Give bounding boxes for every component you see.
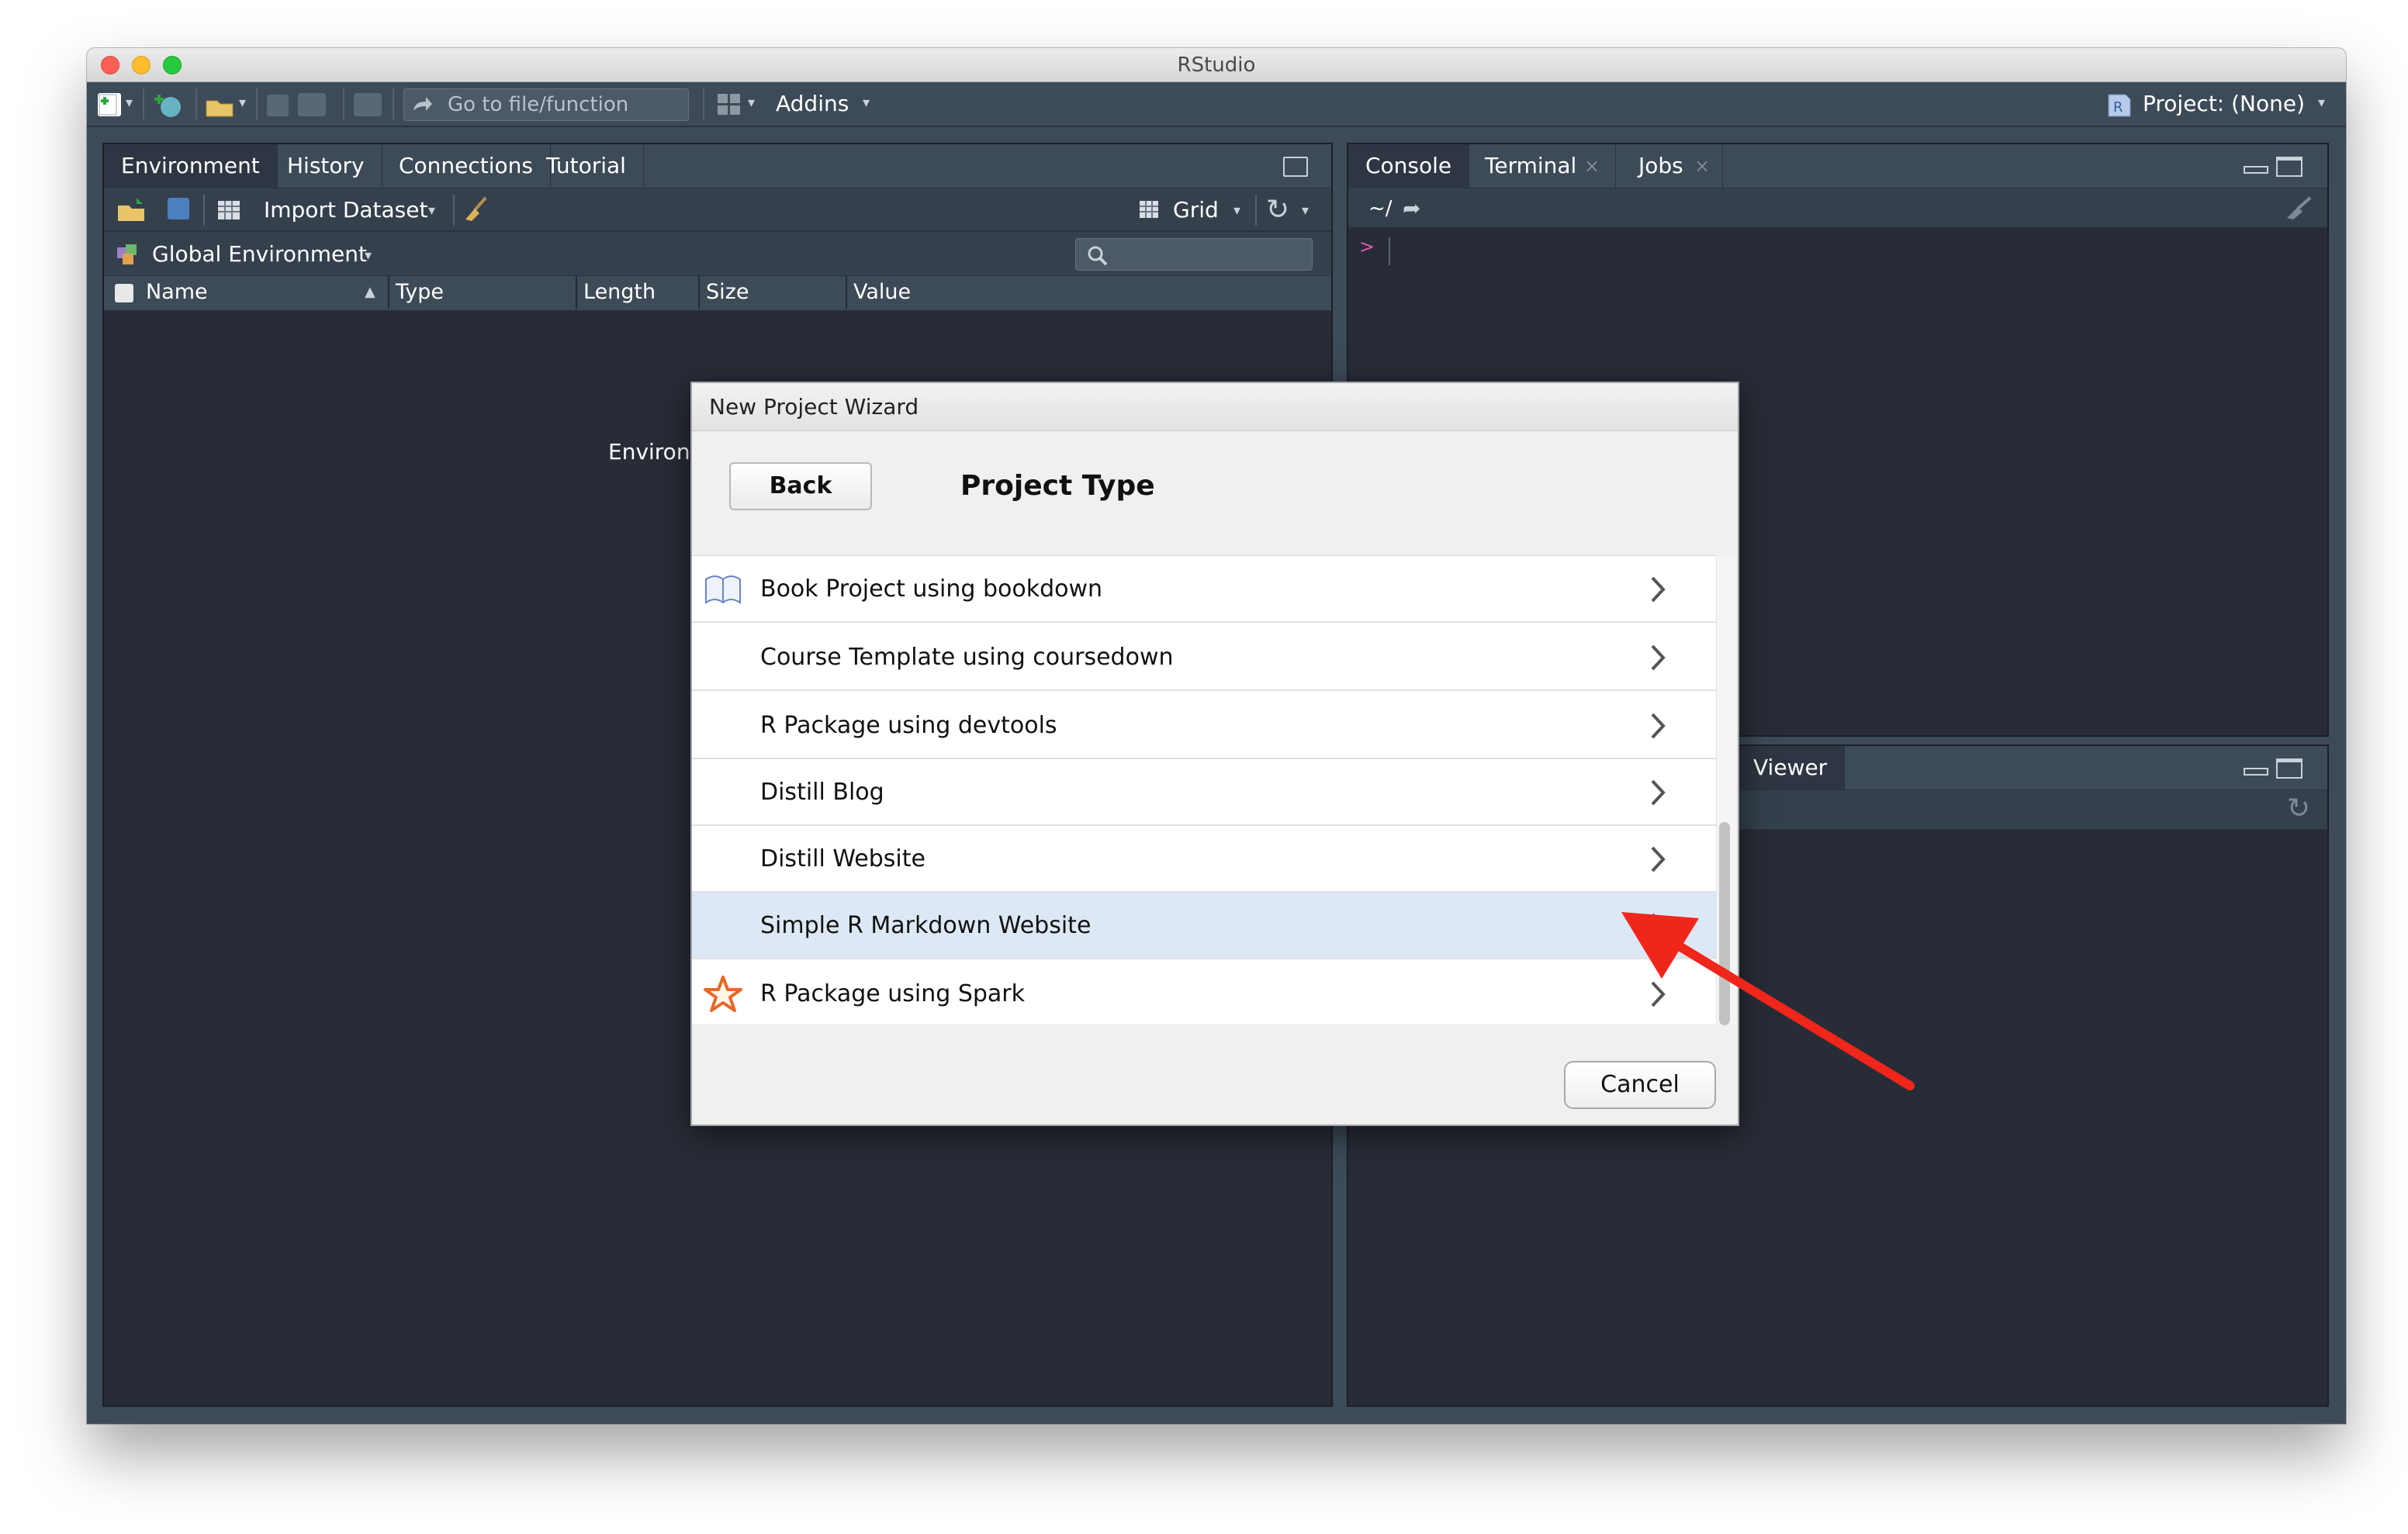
annotation-arrow-icon	[1621, 912, 1915, 1090]
